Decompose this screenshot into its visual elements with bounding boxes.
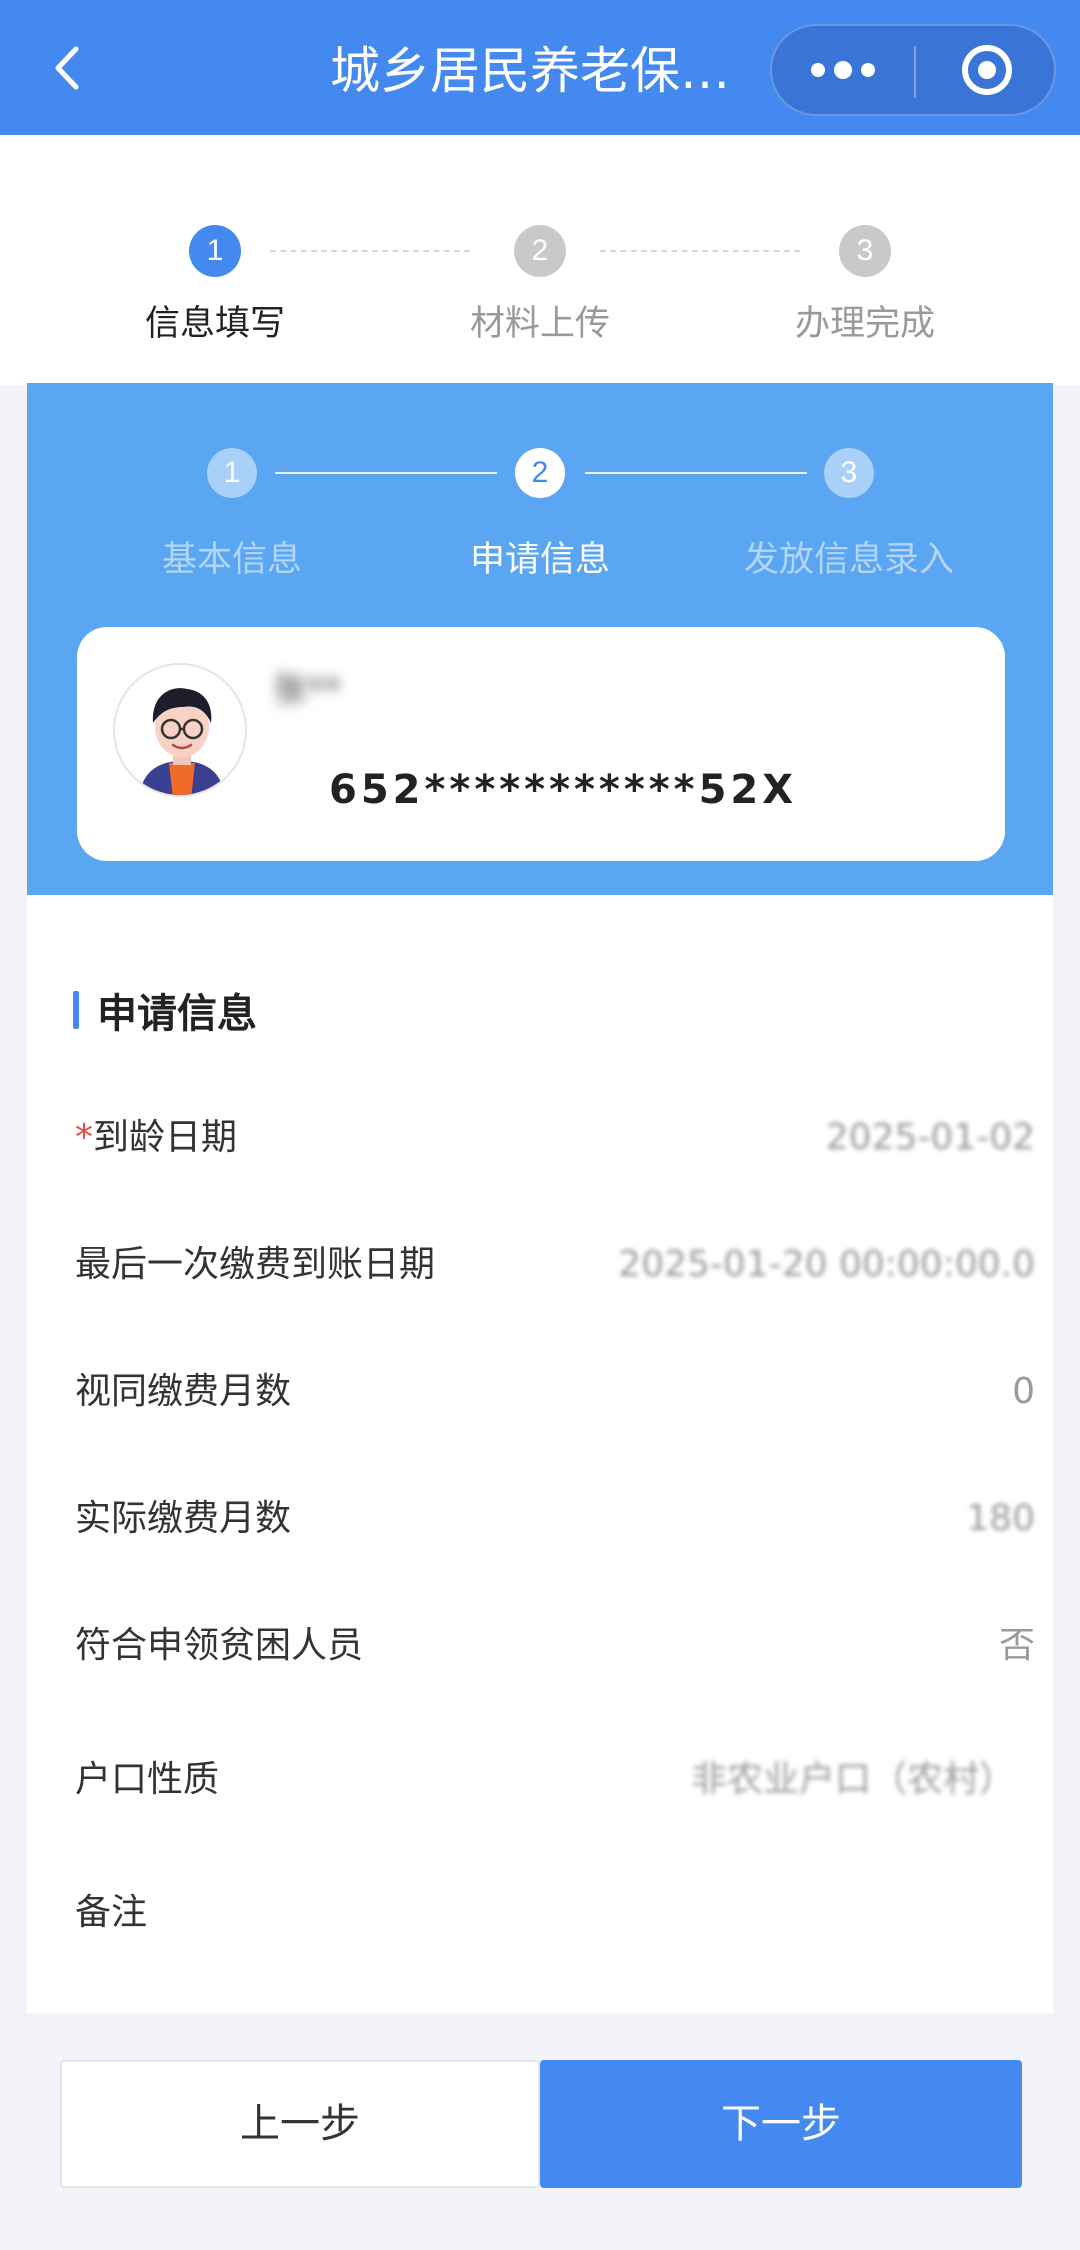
sub-step-connector xyxy=(275,472,497,474)
sub-step-number: 1 xyxy=(207,448,257,498)
prev-step-button[interactable]: 上一步 xyxy=(60,2060,540,2188)
field-value: 否 xyxy=(998,1625,1035,1666)
more-dots-icon xyxy=(811,61,875,79)
field-value: 180 xyxy=(966,1498,1035,1539)
step-fill-info: 1 信息填写 xyxy=(95,225,335,349)
field-label: 实际缴费月数 xyxy=(75,1498,292,1539)
field-row-deemed-months[interactable]: 视同缴费月数 0 xyxy=(75,1357,1035,1427)
field-value: 非农业户口（农村） xyxy=(690,1759,1015,1800)
sub-step-number: 3 xyxy=(824,448,874,498)
step-label: 信息填写 xyxy=(144,304,285,344)
field-label: 户口性质 xyxy=(75,1759,220,1800)
target-icon xyxy=(962,45,1012,95)
step-complete: 3 办理完成 xyxy=(745,225,985,349)
chevron-left-icon xyxy=(55,46,79,90)
field-value: 0 xyxy=(1012,1371,1035,1412)
close-mini-program-button[interactable] xyxy=(916,26,1058,114)
user-avatar-icon xyxy=(139,688,225,795)
back-button[interactable] xyxy=(38,38,98,98)
field-value: 2025-01-02 xyxy=(825,1117,1035,1158)
field-label: 符合申领贫困人员 xyxy=(75,1625,364,1666)
nav-bar: 城乡居民养老保… xyxy=(0,0,1080,135)
field-label: *到龄日期 xyxy=(75,1117,238,1158)
user-card: 张** 652***********52X xyxy=(77,627,1005,861)
step-number: 1 xyxy=(189,225,241,277)
field-label: 最后一次缴费到账日期 xyxy=(75,1244,436,1285)
sub-stepper-panel: 1 2 3 基本信息 申请信息 发放信息录入 张** 652**********… xyxy=(27,383,1053,895)
step-label: 办理完成 xyxy=(794,304,935,344)
next-step-button[interactable]: 下一步 xyxy=(540,2060,1022,2188)
field-row-actual-months[interactable]: 实际缴费月数 180 xyxy=(75,1484,1035,1554)
section-header: 申请信息 xyxy=(73,985,257,1037)
field-value: 2025-01-20 00:00:00.0 xyxy=(618,1244,1035,1285)
progress-stepper: 1 信息填写 2 材料上传 3 办理完成 xyxy=(0,135,1080,385)
field-label: 备注 xyxy=(75,1892,148,1933)
avatar xyxy=(113,663,247,797)
sub-step-label: 基本信息 xyxy=(161,540,302,580)
step-upload-materials: 2 材料上传 xyxy=(420,225,660,349)
step-number: 3 xyxy=(839,225,891,277)
user-id-number: 652***********52X xyxy=(329,767,798,813)
field-row-last-payment-date[interactable]: 最后一次缴费到账日期 2025-01-20 00:00:00.0 xyxy=(75,1230,1035,1300)
sub-step-label: 发放信息录入 xyxy=(743,540,954,580)
more-button[interactable] xyxy=(772,26,914,114)
field-row-age-date[interactable]: *到龄日期 2025-01-02 xyxy=(75,1103,1035,1173)
sub-step-connector xyxy=(585,472,807,474)
page-title: 城乡居民养老保… xyxy=(330,42,730,100)
user-name: 张** xyxy=(273,670,341,710)
sub-step-number: 2 xyxy=(515,448,565,498)
mini-program-capsule xyxy=(770,24,1056,116)
field-label: 视同缴费月数 xyxy=(75,1371,292,1412)
sub-step-label: 申请信息 xyxy=(469,540,610,580)
section-title: 申请信息 xyxy=(97,991,257,1037)
required-mark: * xyxy=(75,1117,93,1158)
application-info-section: 申请信息 *到龄日期 2025-01-02 最后一次缴费到账日期 2025-01… xyxy=(27,895,1053,2013)
section-accent-bar xyxy=(73,991,79,1029)
step-label: 材料上传 xyxy=(469,304,610,344)
field-row-remarks[interactable]: 备注 xyxy=(75,1878,1035,1948)
field-row-hukou-type[interactable]: 户口性质 非农业户口（农村） xyxy=(75,1745,1035,1815)
step-number: 2 xyxy=(514,225,566,277)
field-row-poverty-eligible[interactable]: 符合申领贫困人员 否 xyxy=(75,1611,1035,1681)
